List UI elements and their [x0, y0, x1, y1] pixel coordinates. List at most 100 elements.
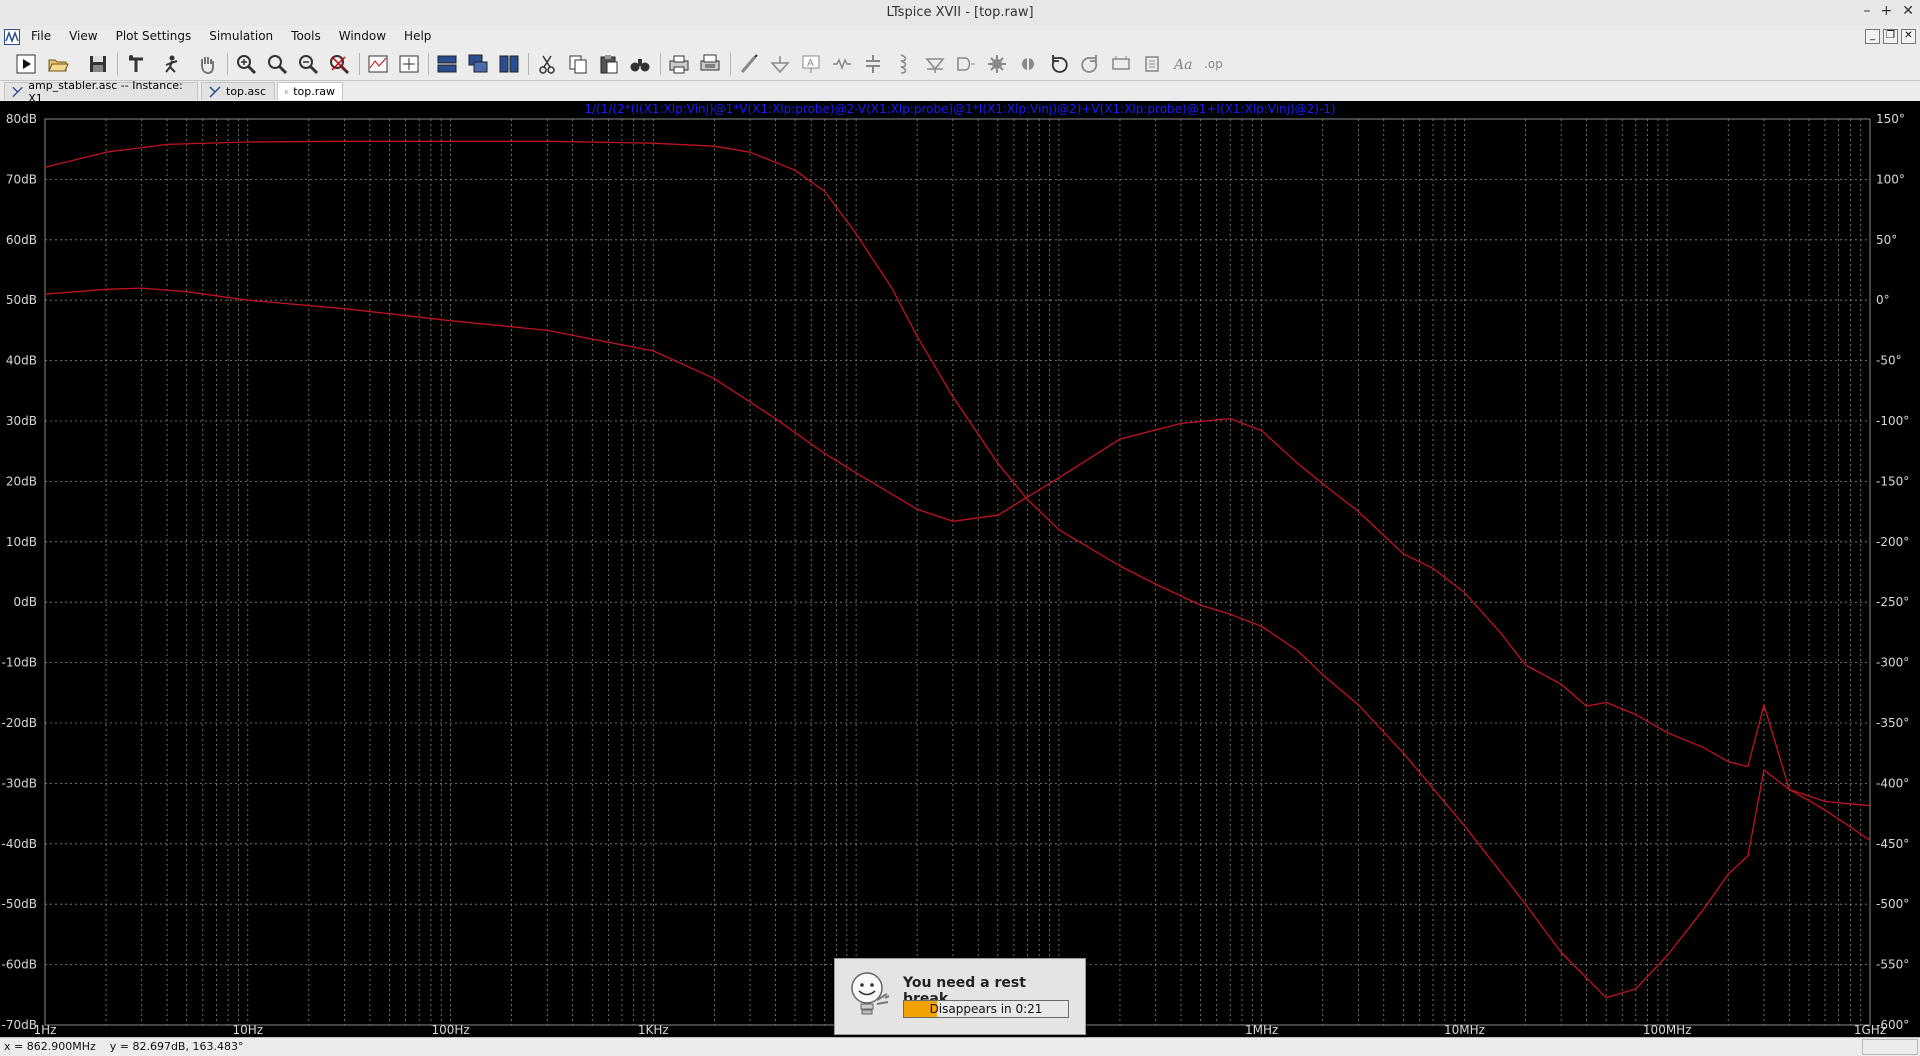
tile-horizontal-icon[interactable] [435, 52, 459, 76]
redo-icon[interactable] [1078, 52, 1102, 76]
zoom-in-icon[interactable] [234, 52, 258, 76]
y-tick-label: -40dB [2, 837, 37, 851]
paste-icon[interactable] [597, 52, 621, 76]
tile-vertical-icon[interactable] [497, 52, 521, 76]
menu-window[interactable]: Window [330, 29, 395, 43]
y2-tick-label: -400° [1876, 776, 1909, 790]
copy-icon[interactable] [566, 52, 590, 76]
x-tick-label: 100Hz [431, 1023, 469, 1037]
mdi-close-icon[interactable]: ✕ [1901, 29, 1916, 44]
mdi-restore-icon[interactable]: ❐ [1883, 29, 1898, 44]
halt-icon[interactable] [160, 52, 184, 76]
window-title: LTspice XVII - [top.raw] [886, 5, 1034, 20]
y2-tick-label: 50° [1876, 233, 1897, 247]
menu-tools[interactable]: Tools [282, 29, 330, 43]
y-tick-label: 80dB [6, 112, 37, 126]
rotate-icon[interactable] [985, 52, 1009, 76]
save-icon[interactable] [86, 52, 110, 76]
fit-icon[interactable] [397, 52, 421, 76]
y2-tick-label: -550° [1876, 958, 1909, 972]
diode-icon[interactable] [923, 52, 947, 76]
inductor-icon[interactable] [892, 52, 916, 76]
mirror-icon[interactable] [1016, 52, 1040, 76]
move-icon[interactable] [1109, 52, 1133, 76]
menu-simulation[interactable]: Simulation [200, 29, 282, 43]
status-panel [1862, 1039, 1918, 1055]
print-preview-icon[interactable] [698, 52, 722, 76]
countdown-label: Disappears in 0:21 [929, 1002, 1043, 1016]
bode-plot[interactable]: 80dB 70dB 60dB 50dB 40dB 30dB 20dB 10dB 0dB -10dB… [0, 101, 1920, 1037]
y2-tick-label: -100° [1876, 414, 1909, 428]
trace-expression[interactable]: 1/(1/(2*(I(X1:Xlp:Vinj)@1*V(X1:Xlp:probe… [584, 102, 1335, 116]
control-panel-icon[interactable] [124, 52, 148, 76]
cut-icon[interactable] [535, 52, 559, 76]
y-tick-label: 10dB [6, 535, 37, 549]
tab-top-raw[interactable]: top.raw [277, 82, 343, 100]
y2-tick-label: -350° [1876, 716, 1909, 730]
drag-icon[interactable] [1140, 52, 1164, 76]
resistor-icon[interactable] [830, 52, 854, 76]
y-tick-label: 40dB [6, 354, 37, 368]
close-icon[interactable]: ✕ [1902, 3, 1914, 19]
menu-bar: File View Plot Settings Simulation Tools Wind… [0, 26, 1920, 49]
y2-tick-label: 0° [1876, 293, 1890, 307]
tab-label: top.asc [226, 85, 267, 98]
y-tick-label: -70dB [2, 1018, 37, 1032]
find-icon[interactable] [628, 52, 652, 76]
y-tick-label: -20dB [2, 716, 37, 730]
tab-amp-stabler-instance[interactable]: amp_stabler.asc -- Instance: X1 [4, 79, 198, 105]
x-tick-label: 1Hz [34, 1023, 57, 1037]
y-tick-label: 50dB [6, 293, 37, 307]
print-icon[interactable] [667, 52, 691, 76]
menu-file[interactable]: File [22, 29, 60, 43]
y2-tick-label: -150° [1876, 474, 1909, 488]
status-bar: x = 862.900MHz y = 82.697dB, 163.483° [0, 1037, 1920, 1056]
menu-view[interactable]: View [60, 29, 106, 43]
svg-text:Aa: Aa [1172, 57, 1192, 73]
y2-tick-label: -450° [1876, 837, 1909, 851]
x-tick-label: 1KHz [638, 1023, 669, 1037]
capacitor-icon[interactable] [861, 52, 885, 76]
rest-break-popup[interactable]: You need a rest break... Disappears in 0… [834, 958, 1086, 1035]
text-icon[interactable]: Aa [1171, 52, 1195, 76]
ltspice-app-icon[interactable] [4, 29, 20, 45]
waveform-viewer[interactable]: 80dB 70dB 60dB 50dB 40dB 30dB 20dB 10dB 0dB -10dB… [0, 101, 1920, 1037]
title-bar: LTspice XVII - [top.raw] – + ✕ [0, 0, 1920, 27]
y-tick-label: 0dB [14, 595, 37, 609]
component-icon[interactable] [954, 52, 978, 76]
magnitude-trace [44, 140, 1871, 999]
open-icon[interactable] [46, 52, 70, 76]
y-tick-label: 60dB [6, 233, 37, 247]
zoom-out-icon[interactable] [296, 52, 320, 76]
run-icon[interactable] [14, 52, 38, 76]
right-axis-labels: 150° 100° 50° 0° -50° -100° -150° -200° -250° -30… [1876, 112, 1909, 1032]
autorange-icon[interactable] [366, 52, 390, 76]
cascade-icon[interactable] [466, 52, 490, 76]
y2-tick-label: -50° [1876, 354, 1902, 368]
menu-help[interactable]: Help [395, 29, 440, 43]
y-tick-label: 20dB [6, 474, 37, 488]
tab-top-asc[interactable]: top.asc [201, 82, 275, 100]
y-tick-label: -50dB [2, 897, 37, 911]
undo-icon[interactable] [1047, 52, 1071, 76]
schematic-icon [12, 86, 23, 97]
ground-icon[interactable] [768, 52, 792, 76]
spice-directive-icon[interactable]: .op [1202, 52, 1226, 76]
y2-tick-label: 150° [1876, 112, 1905, 126]
toolbar: A Aa .op [0, 48, 1920, 81]
mdi-minimize-icon[interactable]: _ [1865, 29, 1880, 44]
y-tick-label: -60dB [2, 958, 37, 972]
wire-icon[interactable] [737, 52, 761, 76]
minimize-icon[interactable]: – [1864, 3, 1871, 19]
svg-text:.op: .op [1204, 57, 1223, 71]
grid [44, 118, 1871, 1026]
zoom-cancel-icon[interactable] [327, 52, 351, 76]
x-tick-label: 1GHz [1854, 1023, 1886, 1037]
traces [44, 140, 1871, 999]
menu-plot-settings[interactable]: Plot Settings [107, 29, 201, 43]
pan-hand-icon[interactable] [195, 52, 219, 76]
y-tick-label: 30dB [6, 414, 37, 428]
label-icon[interactable]: A [799, 52, 823, 76]
maximize-icon[interactable]: + [1881, 3, 1893, 19]
zoom-area-icon[interactable] [265, 52, 289, 76]
